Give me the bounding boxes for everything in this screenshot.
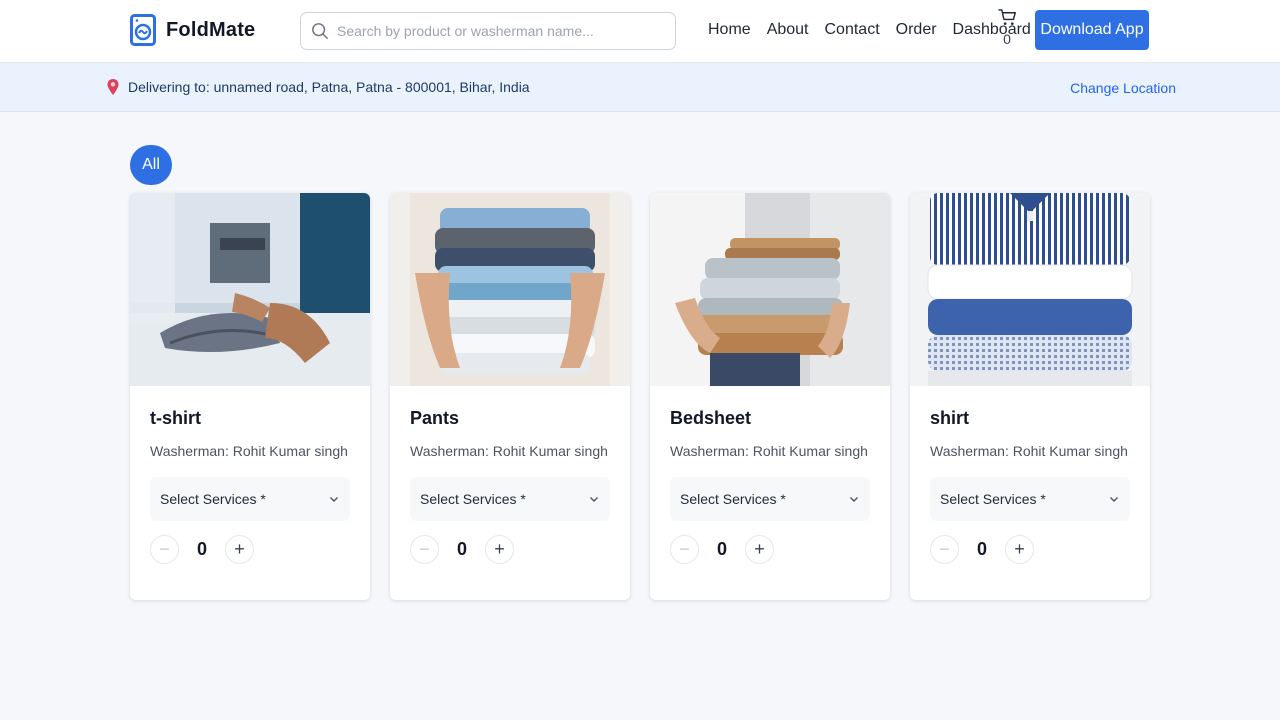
download-app-button[interactable]: Download App [1035,10,1149,50]
washerman-name: Washerman: Rohit Kumar singh [410,443,608,459]
search-input[interactable] [337,23,657,39]
nav-contact[interactable]: Contact [825,21,880,39]
washerman-name: Washerman: Rohit Kumar singh [670,443,868,459]
brand-name: FoldMate [166,18,256,41]
select-services-label: Select Services * [160,491,266,507]
delivery-location: Delivering to: unnamed road, Patna, Patn… [106,78,530,96]
plus-icon: + [494,539,505,559]
product-image-shirt [910,193,1150,386]
delivery-address: Delivering to: unnamed road, Patna, Patn… [128,79,530,95]
increase-quantity-button[interactable]: + [745,535,774,564]
search-bar[interactable] [300,12,676,50]
nav-about[interactable]: About [767,21,809,39]
minus-icon: − [419,539,430,559]
decrease-quantity-button[interactable]: − [150,535,179,564]
product-name: Bedsheet [670,408,752,428]
quantity-value: 0 [716,539,727,559]
chevron-down-icon [1110,497,1118,502]
minus-icon: − [679,539,690,559]
decrease-quantity-button[interactable]: − [410,535,439,564]
quantity-value: 0 [196,539,207,559]
decrease-quantity-button[interactable]: − [670,535,699,564]
select-services-dropdown[interactable]: Select Services * [410,477,610,521]
decrease-quantity-button[interactable]: − [930,535,959,564]
increase-quantity-button[interactable]: + [1005,535,1034,564]
minus-icon: − [939,539,950,559]
quantity-stepper: − 0 + [150,535,350,564]
product-grid: t-shirt Washerman: Rohit Kumar singh Sel… [130,193,1150,600]
location-pin-icon [106,78,120,96]
chevron-down-icon [330,497,338,502]
quantity-value: 0 [456,539,467,559]
washerman-name: Washerman: Rohit Kumar singh [930,443,1128,459]
product-name: t-shirt [150,408,201,428]
location-bar: Delivering to: unnamed road, Patna, Patn… [0,63,1280,112]
nav-order[interactable]: Order [896,21,937,39]
minus-icon: − [159,539,170,559]
select-services-label: Select Services * [680,491,786,507]
select-services-label: Select Services * [940,491,1046,507]
washing-machine-icon [130,14,156,46]
cart-button[interactable]: 0 [997,8,1017,47]
select-services-dropdown[interactable]: Select Services * [670,477,870,521]
increase-quantity-button[interactable]: + [225,535,254,564]
cart-count: 0 [1003,31,1011,47]
product-name: Pants [410,408,460,428]
select-services-label: Select Services * [420,491,526,507]
select-services-dropdown[interactable]: Select Services * [150,477,350,521]
quantity-stepper: − 0 + [410,535,610,564]
filter-all-chip[interactable]: All [130,145,172,185]
product-image-bedsheet [650,193,890,386]
plus-icon: + [234,539,245,559]
quantity-stepper: − 0 + [670,535,870,564]
increase-quantity-button[interactable]: + [485,535,514,564]
product-image-tshirt [130,193,370,386]
nav-home[interactable]: Home [708,21,751,39]
top-header: FoldMate Home About Contact Order Dashbo… [0,0,1280,63]
brand-logo[interactable]: FoldMate [130,14,255,46]
product-card: shirt Washerman: Rohit Kumar singh Selec… [910,193,1150,600]
product-card: t-shirt Washerman: Rohit Kumar singh Sel… [130,193,370,600]
nav-dashboard[interactable]: Dashboard [953,21,1031,39]
quantity-value: 0 [976,539,987,559]
search-icon [312,23,328,39]
product-name: shirt [930,408,970,428]
chevron-down-icon [590,497,598,502]
product-card: Pants Washerman: Rohit Kumar singh Selec… [390,193,630,600]
quantity-stepper: − 0 + [930,535,1130,564]
cart-icon [997,9,1016,26]
plus-icon: + [1014,539,1025,559]
product-image-pants [390,193,630,386]
washerman-name: Washerman: Rohit Kumar singh [150,443,348,459]
select-services-dropdown[interactable]: Select Services * [930,477,1130,521]
change-location-link[interactable]: Change Location [1070,80,1176,96]
main-nav: Home About Contact Order Dashboard [708,21,1047,39]
product-card: Bedsheet Washerman: Rohit Kumar singh Se… [650,193,890,600]
chevron-down-icon [850,497,858,502]
plus-icon: + [754,539,765,559]
